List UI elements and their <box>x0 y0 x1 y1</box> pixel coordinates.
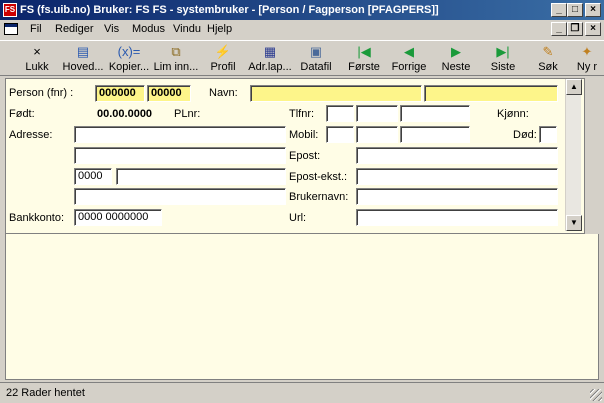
fnr-date-field[interactable]: 000000 <box>95 85 145 102</box>
mdi-restore-button[interactable]: ❐ <box>567 22 583 36</box>
close-button[interactable]: × <box>585 3 601 17</box>
plnr-label: PLnr: <box>174 108 201 120</box>
menu-vis[interactable]: Vis <box>104 23 119 35</box>
kopier-button[interactable]: (x)= Kopier... <box>108 43 150 75</box>
mdi-window-icon[interactable] <box>4 23 18 35</box>
last-record-icon: ▶| <box>496 44 510 59</box>
adresse-line-4[interactable] <box>74 188 286 205</box>
next-record-icon: ▶ <box>451 44 461 59</box>
tlfnr-field-3[interactable] <box>400 105 470 122</box>
form-scrollbar[interactable]: ▲ ▼ <box>565 79 582 231</box>
tlfnr-field-1[interactable] <box>326 105 354 122</box>
mobil-field-3[interactable] <box>400 126 470 143</box>
detail-area <box>5 234 599 380</box>
new-record-icon: ✦ <box>581 44 593 59</box>
tlfnr-field-2[interactable] <box>356 105 398 122</box>
epost-label: Epost: <box>289 150 321 162</box>
copy-icon: (x)= <box>117 44 141 59</box>
forrige-button[interactable]: ◀ Forrige <box>388 43 430 75</box>
dod-field[interactable] <box>539 126 557 143</box>
menu-vindu[interactable]: Vindu <box>173 23 201 35</box>
profil-button[interactable]: ⚡ Profil <box>205 43 241 75</box>
resize-grip-icon[interactable] <box>590 389 602 401</box>
minimize-button[interactable]: _ <box>551 3 567 17</box>
status-bar: 22 Rader hentet <box>0 382 604 403</box>
epost-ekst-field[interactable] <box>356 168 558 185</box>
person-fnr-label: Person (fnr) : <box>9 87 74 99</box>
navn-label: Navn: <box>209 87 238 99</box>
bankkonto-label: Bankkonto: <box>9 212 65 224</box>
navn-first-field[interactable] <box>250 85 422 102</box>
kjonn-label: Kjønn: <box>497 108 529 120</box>
person-form: Person (fnr) : 000000 00000 Navn: Født: … <box>5 78 585 234</box>
fnr-person-field[interactable]: 00000 <box>147 85 191 102</box>
adresselapp-button[interactable]: ▦ Adr.lap... <box>246 43 294 75</box>
tlfnr-label: Tlfnr: <box>289 108 315 120</box>
fodt-value: 00.00.0000 <box>97 108 153 120</box>
maximize-button[interactable]: □ <box>567 3 583 17</box>
lightning-icon: ⚡ <box>214 44 232 59</box>
first-record-icon: |◀ <box>357 44 371 59</box>
forste-button[interactable]: |◀ Første <box>344 43 384 75</box>
fodt-label: Født: <box>9 108 35 120</box>
mobil-label: Mobil: <box>289 129 319 141</box>
hoved-button[interactable]: ▤ Hoved... <box>60 43 106 75</box>
app-icon: FS <box>3 3 17 17</box>
search-flashlight-icon: ✎ <box>542 44 554 59</box>
toolbar: × Lukk ▤ Hoved... (x)= Kopier... ⧉ Lim i… <box>0 40 604 76</box>
previous-record-icon: ◀ <box>404 44 414 59</box>
adresse-line-2[interactable] <box>74 147 286 164</box>
menu-rediger[interactable]: Rediger <box>55 23 94 35</box>
paste-icon: ⧉ <box>171 44 181 59</box>
siste-button[interactable]: ▶| Siste <box>484 43 522 75</box>
address-labels-icon: ▦ <box>263 44 277 59</box>
mobil-field-1[interactable] <box>326 126 354 143</box>
epost-ekst-label: Epost-ekst.: <box>289 171 348 183</box>
scroll-down-icon[interactable]: ▼ <box>566 215 582 231</box>
menu-bar: Fil Rediger Vis Modus Vindu Hjelp _ ❐ × <box>0 20 604 39</box>
epost-field[interactable] <box>356 147 558 164</box>
menu-modus[interactable]: Modus <box>132 23 165 35</box>
lim-inn-button[interactable]: ⧉ Lim inn... <box>152 43 200 75</box>
mdi-close-button[interactable]: × <box>585 22 601 36</box>
status-text: 22 Rader hentet <box>6 387 85 399</box>
save-disk-icon: ▣ <box>309 44 323 59</box>
sok-button[interactable]: ✎ Søk <box>532 43 564 75</box>
poststed-field[interactable] <box>116 168 286 185</box>
menu-hjelp[interactable]: Hjelp <box>207 23 232 35</box>
scroll-up-icon[interactable]: ▲ <box>566 79 582 95</box>
postnr-field[interactable]: 0000 <box>74 168 112 185</box>
bankkonto-field[interactable]: 0000 0000000 <box>74 209 162 226</box>
neste-button[interactable]: ▶ Neste <box>436 43 476 75</box>
brukernavn-label: Brukernavn: <box>289 191 349 203</box>
dod-label: Død: <box>513 129 537 141</box>
datafil-button[interactable]: ▣ Datafil <box>296 43 336 75</box>
ny-record-button[interactable]: ✦ Ny r <box>570 43 604 75</box>
url-field[interactable] <box>356 209 558 226</box>
adresse-line-1[interactable] <box>74 126 286 143</box>
mdi-minimize-button[interactable]: _ <box>551 22 567 36</box>
url-label: Url: <box>289 212 307 224</box>
mobil-field-2[interactable] <box>356 126 398 143</box>
lukk-button[interactable]: × Lukk <box>18 43 56 75</box>
navn-last-field[interactable] <box>424 85 558 102</box>
main-form-icon: ▤ <box>76 44 90 59</box>
title-bar: FS FS (fs.uib.no) Bruker: FS FS - system… <box>0 0 604 20</box>
menu-fil[interactable]: Fil <box>30 23 42 35</box>
adresse-label: Adresse: <box>9 129 53 141</box>
close-icon: × <box>33 44 41 59</box>
window-title: FS (fs.uib.no) Bruker: FS FS - systembru… <box>20 4 439 16</box>
brukernavn-field[interactable] <box>356 188 558 205</box>
